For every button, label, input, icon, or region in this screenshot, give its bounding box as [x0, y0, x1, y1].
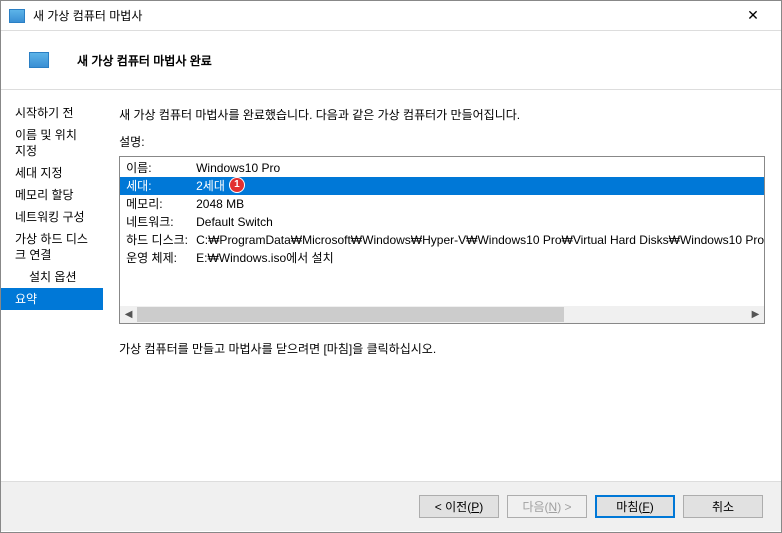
wizard-header: 새 가상 컴퓨터 마법사 완료 — [1, 31, 781, 89]
summary-key: 이름: — [126, 159, 196, 177]
finish-prefix: 마침( — [616, 500, 642, 514]
page-title: 새 가상 컴퓨터 마법사 완료 — [77, 52, 212, 69]
intro-text: 새 가상 컴퓨터 마법사를 완료했습니다. 다음과 같은 가상 컴퓨터가 만들어… — [119, 106, 765, 123]
summary-value: C:₩ProgramData₩Microsoft₩Windows₩Hyper-V… — [196, 231, 764, 249]
summary-box: 이름:Windows10 Pro세대:2세대1메모리:2048 MB네트워크:D… — [119, 156, 765, 324]
wizard-sidebar: 시작하기 전이름 및 위치 지정세대 지정메모리 할당네트워킹 구성가상 하드 … — [1, 90, 103, 481]
sidebar-item-0[interactable]: 시작하기 전 — [1, 102, 103, 124]
close-button[interactable]: ✕ — [733, 2, 773, 30]
next-prefix: 다음( — [522, 500, 548, 514]
cancel-button[interactable]: 취소 — [683, 495, 763, 518]
next-button: 다음(N) > — [507, 495, 587, 518]
cancel-label: 취소 — [712, 500, 734, 514]
wizard-content: 새 가상 컴퓨터 마법사를 완료했습니다. 다음과 같은 가상 컴퓨터가 만들어… — [103, 90, 781, 481]
sidebar-item-6[interactable]: 설치 옵션 — [1, 266, 103, 288]
scroll-right-arrow[interactable]: ▶ — [747, 306, 764, 323]
summary-value: E:₩Windows.iso에서 설치 — [196, 249, 334, 267]
summary-row-2[interactable]: 메모리:2048 MB — [120, 195, 764, 213]
hint-text: 가상 컴퓨터를 만들고 마법사를 닫으려면 [마침]을 클릭하십시오. — [119, 340, 765, 357]
scroll-thumb[interactable] — [137, 307, 564, 322]
next-accel: N — [549, 500, 558, 514]
summary-key: 세대: — [126, 177, 196, 195]
finish-suffix: ) — [650, 500, 654, 514]
prev-prefix: < 이전( — [435, 500, 471, 514]
summary-rows: 이름:Windows10 Pro세대:2세대1메모리:2048 MB네트워크:D… — [120, 157, 764, 269]
summary-value: 2048 MB — [196, 195, 244, 213]
summary-row-3[interactable]: 네트워크:Default Switch — [120, 213, 764, 231]
app-icon-large — [29, 52, 49, 68]
summary-value: Default Switch — [196, 213, 273, 231]
window-title: 새 가상 컴퓨터 마법사 — [33, 7, 733, 24]
sidebar-item-3[interactable]: 메모리 할당 — [1, 184, 103, 206]
app-icon — [9, 9, 25, 23]
summary-row-1[interactable]: 세대:2세대1 — [120, 177, 764, 195]
sidebar-item-7[interactable]: 요약 — [1, 288, 103, 310]
summary-row-0[interactable]: 이름:Windows10 Pro — [120, 159, 764, 177]
summary-key: 메모리: — [126, 195, 196, 213]
summary-row-5[interactable]: 운영 체제:E:₩Windows.iso에서 설치 — [120, 249, 764, 267]
callout-badge: 1 — [229, 177, 245, 193]
summary-value: Windows10 Pro — [196, 159, 280, 177]
scroll-track[interactable] — [137, 306, 747, 323]
close-icon: ✕ — [747, 7, 759, 24]
summary-key: 하드 디스크: — [126, 231, 196, 249]
horizontal-scrollbar[interactable]: ◀ ▶ — [120, 306, 764, 323]
titlebar: 새 가상 컴퓨터 마법사 ✕ — [1, 1, 781, 31]
summary-row-4[interactable]: 하드 디스크:C:₩ProgramData₩Microsoft₩Windows₩… — [120, 231, 764, 249]
finish-button[interactable]: 마침(F) — [595, 495, 675, 518]
prev-suffix: ) — [479, 500, 483, 514]
summary-value: 2세대 — [196, 177, 225, 195]
summary-key: 운영 체제: — [126, 249, 196, 267]
wizard-footer: < 이전(P) 다음(N) > 마침(F) 취소 — [1, 481, 781, 531]
sidebar-item-1[interactable]: 이름 및 위치 지정 — [1, 124, 103, 162]
previous-button[interactable]: < 이전(P) — [419, 495, 499, 518]
sidebar-item-2[interactable]: 세대 지정 — [1, 162, 103, 184]
scroll-left-arrow[interactable]: ◀ — [120, 306, 137, 323]
next-suffix: ) > — [557, 500, 571, 514]
sidebar-item-5[interactable]: 가상 하드 디스크 연결 — [1, 228, 103, 266]
wizard-body: 시작하기 전이름 및 위치 지정세대 지정메모리 할당네트워킹 구성가상 하드 … — [1, 89, 781, 481]
description-label: 설명: — [119, 133, 765, 150]
summary-key: 네트워크: — [126, 213, 196, 231]
finish-accel: F — [642, 500, 649, 514]
sidebar-item-4[interactable]: 네트워킹 구성 — [1, 206, 103, 228]
